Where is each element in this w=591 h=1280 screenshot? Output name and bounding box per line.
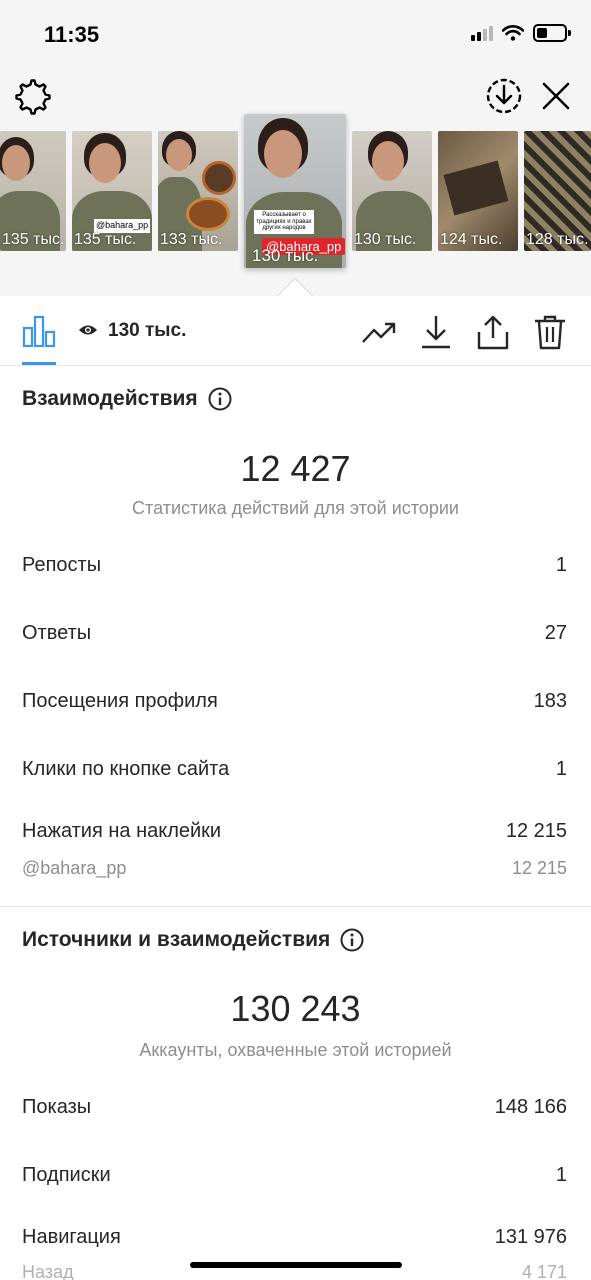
story-thumbnail[interactable]: 135 тыс. [0,131,66,251]
back-value: 4 171 [521,1262,567,1280]
website-clicks-label: Клики по кнопке сайта [22,758,230,780]
thumbnail-views: 130 тыс. [354,231,417,248]
sticker-handle-label: @bahara_pp [22,858,127,878]
replies-label: Ответы [22,622,92,644]
reach-total: 130 243 [230,988,361,1029]
home-indicator [190,1262,402,1268]
reposts-label: Репосты [22,554,102,576]
story-thumbnail[interactable]: 133 тыс. [158,131,238,251]
bar-chart-icon[interactable] [22,314,56,348]
follows-value: 1 [555,1164,567,1186]
navigation-value: 131 976 [494,1226,567,1248]
interactions-total: 12 427 [240,448,351,489]
story-thumbnails: 135 тыс. @bahara_pp 135 тыс. 133 тыс. Ра… [0,0,591,296]
reposts-value: 1 [555,554,567,576]
back-label: Назад [22,1262,74,1280]
profile-visits-label: Посещения профиля [22,690,218,712]
trending-icon[interactable] [361,314,397,350]
reach-caption: Аккаунты, охваченные этой историей [139,1040,452,1060]
follows-label: Подписки [22,1164,111,1186]
website-clicks-value: 1 [555,758,567,780]
thumbnail-views: 128 тыс. [526,231,589,248]
story-thumbnail-selected[interactable]: Рассказывает о традициях и правах других… [244,114,346,268]
thumbnail-views: 133 тыс. [160,231,223,248]
thumbnail-caption: Рассказывает о традициях и правах других… [254,210,314,234]
interactions-title: Взаимодействия [22,387,232,411]
thumbnail-views: 130 тыс. [252,246,319,265]
story-thumbnail[interactable]: 128 тыс. [524,131,591,251]
impressions-label: Показы [22,1096,92,1118]
replies-value: 27 [544,622,567,644]
story-thumbnail[interactable]: @bahara_pp 135 тыс. [72,131,152,251]
profile-visits-value: 183 [533,690,567,712]
trash-icon[interactable] [532,314,568,350]
story-thumbnail[interactable]: 124 тыс. [438,131,518,251]
thumbnail-views: 135 тыс. [2,231,65,248]
download-icon[interactable] [418,314,454,350]
sticker-handle-value: 12 215 [511,858,567,878]
sticker-taps-value: 12 215 [505,820,567,842]
story-thumbnail[interactable]: 130 тыс. [352,131,432,251]
views-count: 130 тыс. [108,320,187,341]
impressions-value: 148 166 [494,1096,567,1118]
thumbnail-views: 124 тыс. [440,231,503,248]
discovery-title: Источники и взаимодействия [22,928,364,952]
sticker-taps-label: Нажатия на наклейки [22,820,222,842]
info-icon[interactable] [340,928,364,952]
navigation-label: Навигация [22,1226,121,1248]
active-tab-underline [22,362,56,365]
info-icon[interactable] [208,387,232,411]
section-divider [0,906,591,907]
share-icon[interactable] [475,314,511,350]
thumbnail-views: 135 тыс. [74,231,137,248]
interactions-caption: Статистика действий для этой истории [132,498,459,518]
action-bar: 130 тыс. [0,296,591,366]
eye-icon [79,325,97,335]
